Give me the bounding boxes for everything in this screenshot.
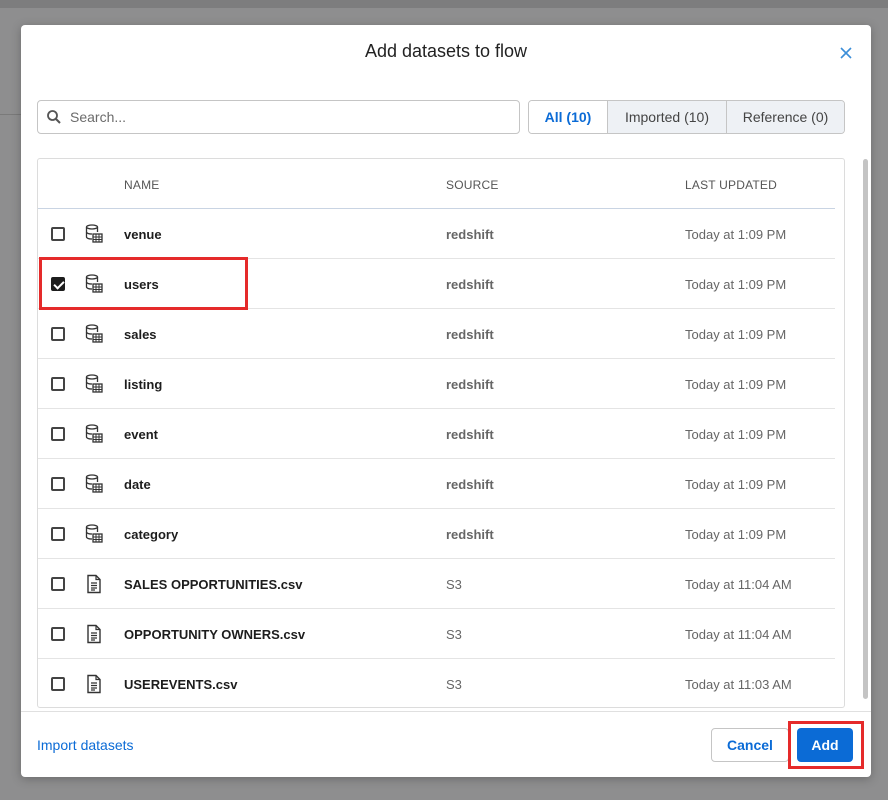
search-icon [46,109,62,125]
dataset-last-updated: Today at 1:09 PM [685,477,787,492]
dataset-name[interactable]: sales [124,327,157,342]
dataset-last-updated: Today at 1:09 PM [685,427,787,442]
table-scrollbar[interactable] [863,159,868,699]
row-checkbox[interactable] [51,477,65,491]
filter-tab-reference[interactable]: Reference (0) [726,101,844,133]
table-row[interactable]: sales redshift Today at 1:09 PM [38,309,835,359]
dataset-last-updated: Today at 1:09 PM [685,327,787,342]
row-checkbox[interactable] [51,627,65,641]
dataset-last-updated: Today at 1:09 PM [685,227,787,242]
dataset-source: redshift [446,227,494,242]
database-table-icon [85,274,103,294]
search-input[interactable] [70,109,490,125]
dataset-last-updated: Today at 1:09 PM [685,277,787,292]
dataset-name[interactable]: listing [124,377,162,392]
add-datasets-modal: Add datasets to flow All (10) Imported (… [21,25,871,777]
search-box [37,100,520,134]
close-button[interactable] [837,44,855,62]
table-row[interactable]: listing redshift Today at 1:09 PM [38,359,835,409]
dataset-name[interactable]: category [124,527,178,542]
file-document-icon [85,674,103,694]
dataset-name[interactable]: USEREVENTS.csv [124,677,237,692]
filter-tab-imported[interactable]: Imported (10) [607,101,726,133]
backdrop-divider [0,114,22,115]
dataset-source: redshift [446,427,494,442]
database-table-icon [85,324,103,344]
table-row[interactable]: event redshift Today at 1:09 PM [38,409,835,459]
cancel-button[interactable]: Cancel [711,728,789,762]
row-checkbox[interactable] [51,277,65,291]
dataset-name[interactable]: users [124,277,159,292]
backdrop-header [0,0,888,8]
footer-divider [21,711,871,712]
table-row[interactable]: USEREVENTS.csv S3 Today at 11:03 AM [38,659,835,707]
filter-tabs: All (10) Imported (10) Reference (0) [528,100,845,134]
table-row[interactable]: SALES OPPORTUNITIES.csv S3 Today at 11:04 … [38,559,835,609]
row-checkbox[interactable] [51,427,65,441]
dataset-last-updated: Today at 1:09 PM [685,377,787,392]
database-table-icon [85,474,103,494]
dataset-source: S3 [446,677,462,692]
dataset-name[interactable]: venue [124,227,162,242]
row-checkbox[interactable] [51,377,65,391]
table-row[interactable]: venue redshift Today at 1:09 PM [38,209,835,259]
dataset-source: S3 [446,577,462,592]
dataset-name[interactable]: date [124,477,151,492]
row-checkbox[interactable] [51,527,65,541]
database-table-icon [85,524,103,544]
database-table-icon [85,374,103,394]
dataset-source: S3 [446,627,462,642]
database-table-icon [85,424,103,444]
table-row[interactable]: category redshift Today at 1:09 PM [38,509,835,559]
close-icon [840,47,852,59]
row-checkbox[interactable] [51,577,65,591]
dataset-last-updated: Today at 1:09 PM [685,527,787,542]
dataset-source: redshift [446,527,494,542]
file-document-icon [85,574,103,594]
table-row[interactable]: date redshift Today at 1:09 PM [38,459,835,509]
table-row[interactable]: users redshift Today at 1:09 PM [38,259,835,309]
dataset-source: redshift [446,327,494,342]
database-table-icon [85,224,103,244]
column-header-name[interactable]: NAME [124,178,159,192]
row-checkbox[interactable] [51,227,65,241]
column-header-source[interactable]: SOURCE [446,178,499,192]
dataset-name[interactable]: OPPORTUNITY OWNERS.csv [124,627,305,642]
dataset-name[interactable]: SALES OPPORTUNITIES.csv [124,577,302,592]
import-datasets-link[interactable]: Import datasets [37,737,134,753]
dataset-source: redshift [446,477,494,492]
datasets-table: NAME SOURCE LAST UPDATED venue redshift To… [37,158,845,708]
file-document-icon [85,624,103,644]
row-checkbox[interactable] [51,327,65,341]
dataset-source: redshift [446,377,494,392]
column-header-last-updated[interactable]: LAST UPDATED [685,178,777,192]
add-button[interactable]: Add [797,728,853,762]
table-row[interactable]: OPPORTUNITY OWNERS.csv S3 Today at 11:04 A… [38,609,835,659]
row-checkbox[interactable] [51,677,65,691]
filter-tab-all[interactable]: All (10) [529,101,607,133]
dataset-last-updated: Today at 11:03 AM [685,677,792,692]
dataset-name[interactable]: event [124,427,158,442]
table-header: NAME SOURCE LAST UPDATED [38,159,835,209]
dataset-last-updated: Today at 11:04 AM [685,577,792,592]
dataset-source: redshift [446,277,494,292]
dataset-last-updated: Today at 11:04 AM [685,627,792,642]
modal-title: Add datasets to flow [364,41,528,61]
